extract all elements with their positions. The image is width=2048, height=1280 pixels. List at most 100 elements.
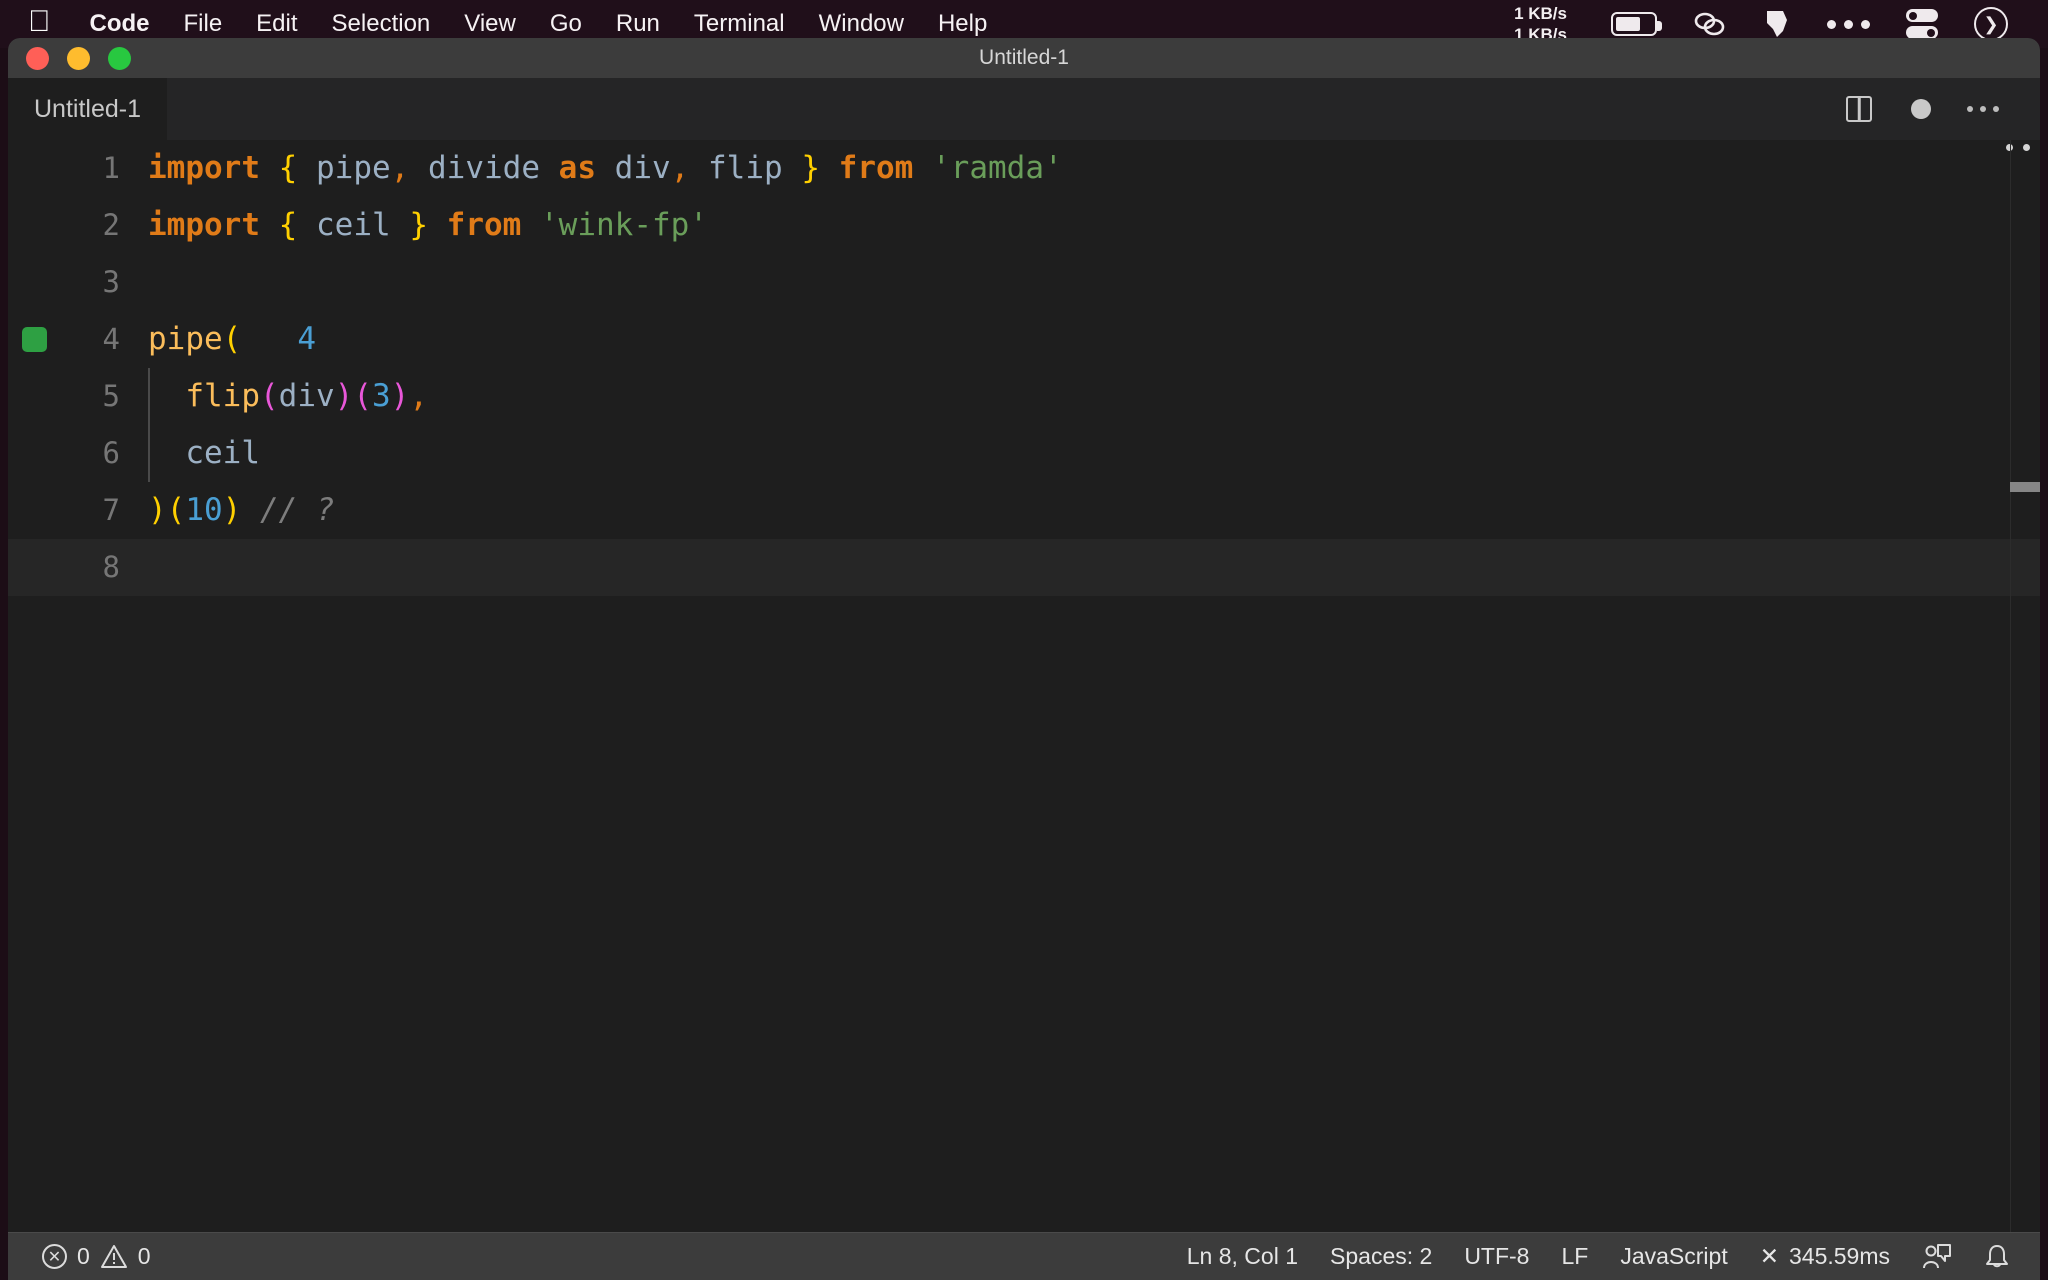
menu-item-terminal[interactable]: Terminal [677,10,802,38]
code-token: { [278,150,298,186]
window-titlebar: Untitled-1 [8,38,2040,78]
unsaved-dot-icon[interactable] [1890,78,1952,140]
code-token: ( [259,378,279,414]
code-token: divide [428,150,540,186]
code-token: ( [353,378,372,414]
tab-untitled-1[interactable]: Untitled-1 [8,78,167,140]
dropbox-icon[interactable] [1763,9,1791,39]
line-number: 2 [102,208,120,242]
code-token: } [409,207,428,243]
code-token: ) [148,492,167,528]
code-line-text: pipe( 4 [148,311,2040,368]
timing-close-icon: ✕ [1759,1243,1779,1269]
menu-item-go[interactable]: Go [533,10,599,38]
code-line[interactable]: 5 flip(div)(3), [8,368,2040,425]
code-token: 4 [297,321,316,357]
code-line[interactable]: 1 import { pipe, divide as div, flip } fr… [8,140,2040,197]
status-timing[interactable]: ✕ 345.59ms [1744,1233,1906,1280]
code-token: 'ramda' [932,150,1063,186]
code-token: , [409,378,429,414]
editor-vertical-scrollbar[interactable] [2010,140,2040,1232]
ellipsis-icon[interactable] [1827,19,1870,29]
code-token: flip [708,150,783,186]
siri-icon[interactable]: ❯ [1974,7,2008,41]
link-glyph [1694,12,1725,36]
status-indentation[interactable]: Spaces: 2 [1314,1233,1448,1280]
code-line-text: import { pipe, divide as div, flip } fro… [148,140,2040,197]
code-token: flip [185,378,260,414]
apple-logo-icon[interactable]:  [28,7,51,37]
menu-item-window[interactable]: Window [802,10,921,38]
code-line[interactable]: 3 [8,254,2040,311]
timing-value: 345.59ms [1788,1243,1890,1269]
code-token: pipe [148,321,223,357]
line-number: 8 [102,550,120,584]
line-number: 6 [102,436,120,470]
line-number: 3 [102,265,120,299]
code-editor[interactable]: 1 import { pipe, divide as div, flip } fr… [8,140,2040,1232]
code-line-text: flip(div)(3), [148,368,2040,425]
code-token: , [390,150,410,186]
breakpoint-marker[interactable] [22,327,47,352]
menu-item-code[interactable]: Code [73,10,167,38]
more-actions-glyph [1967,106,1999,112]
vscode-window: Untitled-1 Untitled-1 1 import { pipe, di… [8,38,2040,1280]
code-token: ceil [316,207,391,243]
code-token: from [446,207,522,243]
battery-icon[interactable] [1611,12,1662,36]
more-actions-icon[interactable] [1952,78,2014,140]
status-problems[interactable]: ✕ 0 0 [26,1233,167,1280]
error-icon: ✕ [42,1244,67,1269]
status-language-mode[interactable]: JavaScript [1604,1233,1743,1280]
network-download-speed: 1 KB/s [1514,4,1567,23]
indent-guide [148,425,150,482]
code-lines-container: 1 import { pipe, divide as div, flip } fr… [8,140,2040,596]
siri-glyph: ❯ [1974,7,2008,41]
code-line[interactable]: 2 import { ceil } from 'wink-fp' [8,197,2040,254]
warning-icon [100,1244,128,1269]
code-token: as [558,150,596,186]
link-icon[interactable] [1693,11,1727,37]
scrollbar-thumb[interactable] [2010,482,2040,492]
code-token: ) [334,378,354,414]
code-line-text: ceil [148,425,2040,482]
menu-item-help[interactable]: Help [921,10,1004,38]
status-encoding[interactable]: UTF-8 [1448,1233,1545,1280]
code-token: { [278,207,298,243]
editor-tabbar: Untitled-1 [8,78,2040,140]
menu-item-run[interactable]: Run [599,10,677,38]
code-token: div [614,150,671,186]
menu-item-edit[interactable]: Edit [239,10,314,38]
notifications-bell-icon[interactable] [1968,1233,2026,1280]
menu-item-selection[interactable]: Selection [315,10,448,38]
code-token: ( [166,492,186,528]
code-line[interactable]: 6 ceil [8,425,2040,482]
feedback-icon[interactable] [1906,1233,1968,1280]
control-center-icon[interactable] [1906,9,1938,39]
split-editor-glyph [1846,96,1872,122]
menu-item-file[interactable]: File [167,10,240,38]
menu-item-view[interactable]: View [447,10,533,38]
split-editor-icon[interactable] [1828,78,1890,140]
status-eol[interactable]: LF [1545,1233,1604,1280]
code-line[interactable]: 7)(10) // ? [8,482,2040,539]
code-line[interactable]: 8 [8,539,2040,596]
code-line[interactable]: 4 pipe( 4 [8,311,2040,368]
line-number: 7 [102,493,120,527]
status-cursor-position[interactable]: Ln 8, Col 1 [1171,1233,1314,1280]
warning-count: 0 [137,1243,151,1269]
code-token: ) [222,492,242,528]
